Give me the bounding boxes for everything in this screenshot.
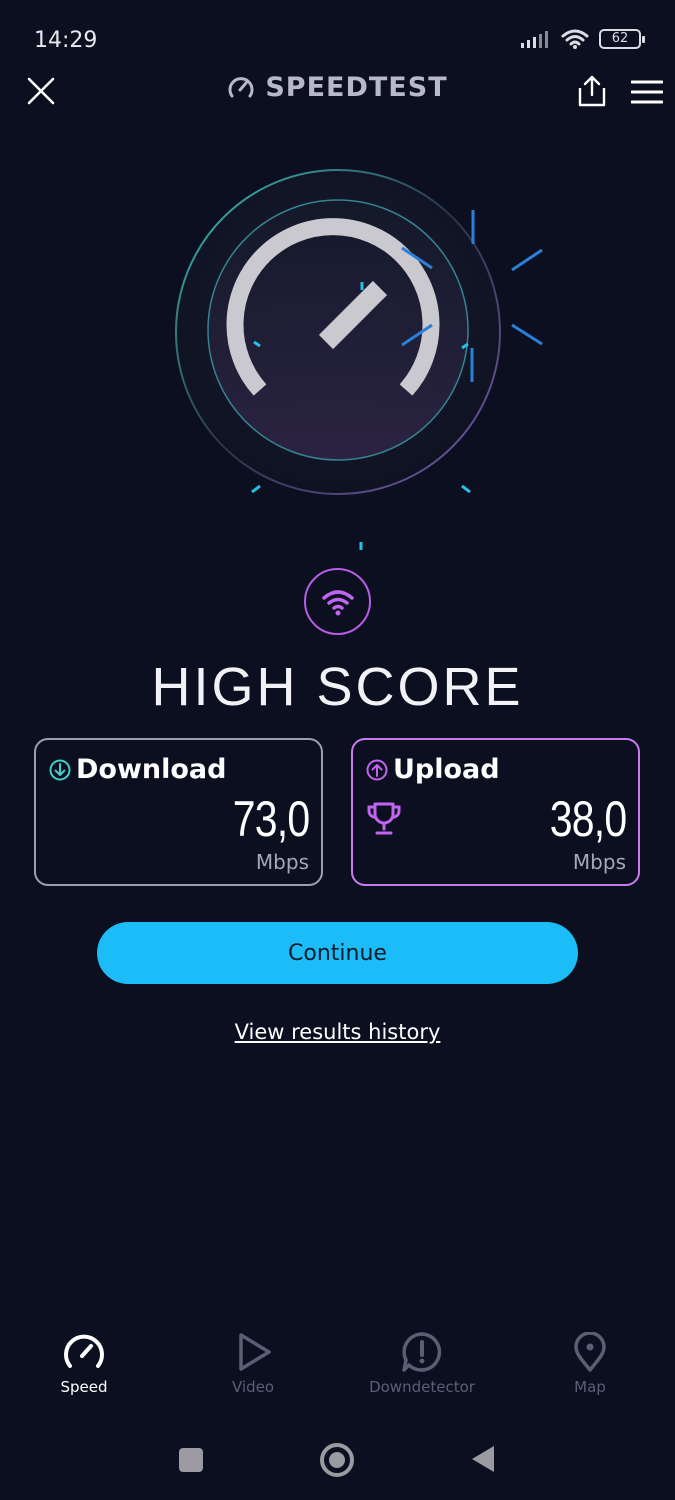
upload-header: Upload <box>365 754 500 785</box>
status-icons: 62 <box>521 28 645 50</box>
wifi-icon <box>321 589 354 615</box>
upload-arrow-icon <box>366 759 388 780</box>
connection-type-badge <box>304 568 371 635</box>
back-triangle-icon <box>472 1446 494 1472</box>
share-button[interactable] <box>576 74 608 108</box>
view-results-history-link[interactable]: View results history <box>0 1020 675 1044</box>
score-title: HIGH SCORE <box>151 657 524 717</box>
nav-label-video: Video <box>231 1378 275 1396</box>
download-header: Download <box>48 754 226 785</box>
download-unit: Mbps <box>255 850 309 874</box>
nav-item-map[interactable]: Map <box>510 1332 670 1396</box>
upload-unit: Mbps <box>572 850 626 874</box>
speed-gauge <box>150 160 570 560</box>
gauge-graphic <box>175 169 543 550</box>
upload-value: 38,0 <box>549 791 626 847</box>
hamburger-menu-icon <box>630 80 664 104</box>
continue-button[interactable]: Continue <box>97 922 578 984</box>
app-title: SPEEDTEST <box>0 72 675 103</box>
battery-level: 62 <box>611 31 629 46</box>
nav-item-video[interactable]: Video <box>173 1332 333 1396</box>
battery-indicator: 62 <box>599 29 645 49</box>
download-arrow-icon <box>49 759 71 780</box>
map-pin-icon <box>574 1332 606 1372</box>
home-circle-icon <box>320 1443 354 1477</box>
menu-button[interactable] <box>630 80 664 104</box>
share-icon <box>578 75 606 107</box>
trophy-icon <box>367 802 401 835</box>
nav-item-speed[interactable]: Speed <box>4 1332 164 1396</box>
download-card: Download 73,0 Mbps <box>34 738 323 886</box>
app-title-text: SPEEDTEST <box>265 72 448 103</box>
wifi-status-icon <box>561 29 589 49</box>
signal-icon <box>521 31 548 48</box>
speedometer-icon <box>64 1334 104 1368</box>
home-button[interactable] <box>319 1442 355 1478</box>
upload-card: Upload 38,0 Mbps <box>351 738 640 886</box>
speedtest-logo-icon <box>228 76 254 97</box>
nav-label-map: Map <box>574 1378 606 1396</box>
nav-item-downdetector[interactable]: Downdetector <box>342 1332 502 1396</box>
nav-label-downdetector: Downdetector <box>369 1378 475 1396</box>
play-icon <box>239 1333 271 1371</box>
download-label: Download <box>76 754 227 785</box>
back-button[interactable] <box>470 1444 496 1474</box>
recent-apps-button[interactable] <box>179 1448 203 1472</box>
nav-label-speed: Speed <box>60 1378 108 1396</box>
download-value: 73,0 <box>232 791 309 847</box>
status-time: 14:29 <box>34 28 98 53</box>
alert-icon <box>402 1332 442 1372</box>
upload-label: Upload <box>393 754 500 785</box>
